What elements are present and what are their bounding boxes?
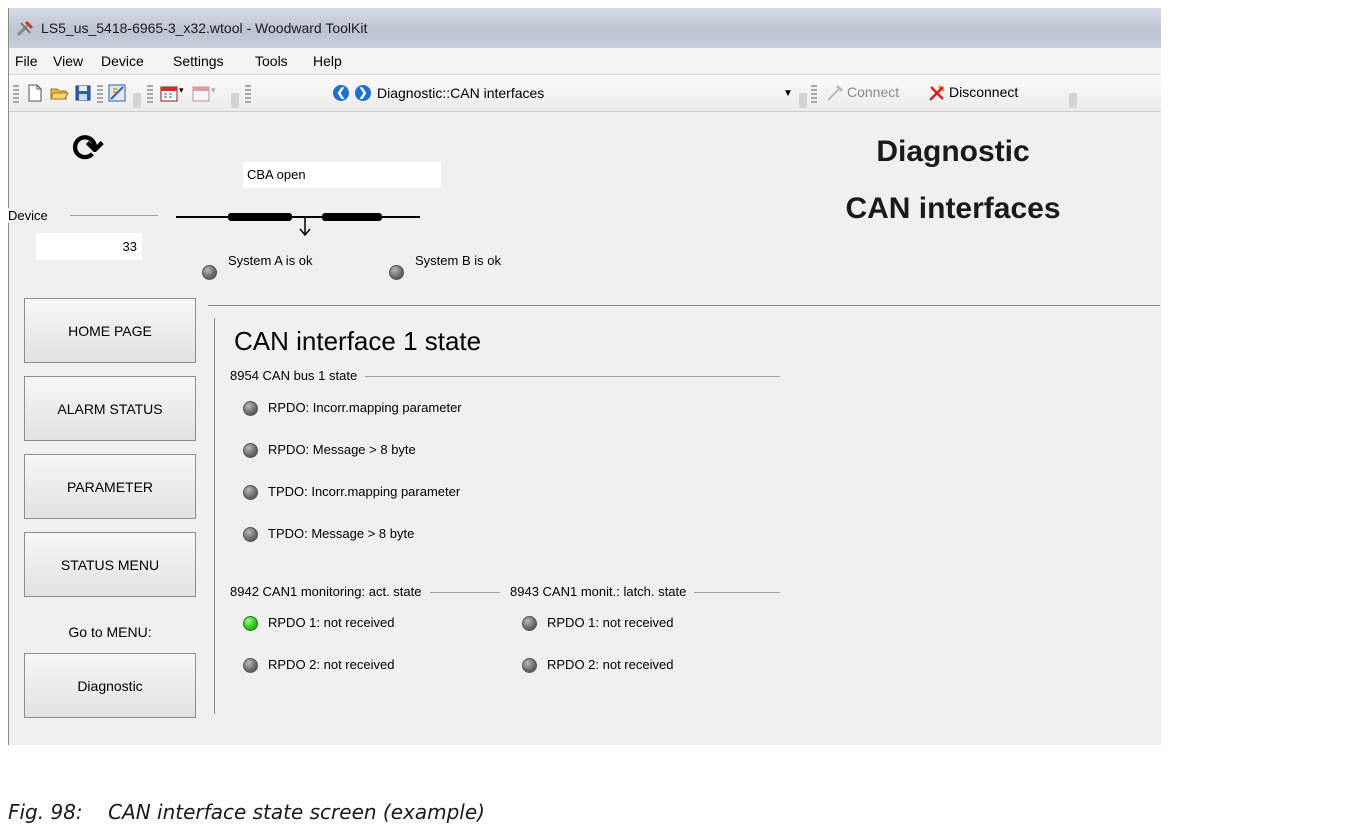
menu-settings[interactable]: Settings [173,53,224,69]
section-title: CAN interface 1 state [234,326,482,356]
act-group-label: 8942 CAN1 monitoring: act. state [230,584,430,599]
toolbar-grip [13,85,19,105]
new-file-icon[interactable] [25,83,45,103]
bus-item-label: RPDO: Message > 8 byte [268,442,416,457]
bus-item-led [243,443,258,458]
disconnect-button[interactable]: Disconnect [949,84,1018,100]
bus-item-label: TPDO: Message > 8 byte [268,526,415,541]
title-bar: LS5_us_5418-6965-3_x32.wtool - Woodward … [9,8,1161,48]
toolbar-grip [147,85,153,105]
act-item-led [243,616,258,631]
device-number-field: 33 [36,233,142,260]
connect-button[interactable]: Connect [847,84,899,100]
latch-group-label: 8943 CAN1 monit.: latch. state [510,584,695,599]
menu-tools[interactable]: Tools [255,53,288,69]
latch-item-led [522,658,537,673]
chevron-down-icon[interactable]: ▾ [179,85,189,105]
page-title-line2: CAN interfaces [845,192,1061,225]
toolbar-end-grip [133,93,141,108]
toolkit-app-icon [16,20,34,37]
bus-item-led [243,401,258,416]
system-a-label: System A is ok [228,253,313,268]
chevron-down-icon: ▾ [211,85,216,95]
menu-view[interactable]: View [53,53,83,69]
toolbar-separator [97,85,103,105]
system-b-label: System B is ok [415,253,501,268]
window-title: LS5_us_5418-6965-3_x32.wtool - Woodward … [41,20,368,36]
connect-icon [827,84,844,101]
latch-item-led [522,616,537,631]
home-page-button[interactable]: HOME PAGE [24,298,196,363]
menu-device[interactable]: Device [101,53,144,69]
menu-help[interactable]: Help [313,53,342,69]
bus-item-label: TPDO: Incorr.mapping parameter [268,484,461,499]
act-item-label: RPDO 1: not received [268,615,395,630]
open-folder-icon[interactable] [49,83,69,103]
device-group-line [70,215,158,216]
diagnostic-button[interactable]: Diagnostic [24,653,196,718]
goto-menu-label: Go to MENU: [68,624,152,640]
status-menu-button[interactable]: STATUS MENU [24,532,196,597]
menu-bar: File View Device Settings Tools Help [9,48,1161,75]
bus-item-led [243,527,258,542]
breaker-diagram-icon [176,213,420,237]
calendar-disabled-icon [192,86,210,102]
menu-file[interactable]: File [15,53,38,69]
alarm-status-button[interactable]: ALARM STATUS [24,376,196,441]
header-divider [208,305,1160,306]
latch-item-label: RPDO 1: not received [547,615,674,630]
toolbar: ▾ ▾ ❮ ❯ Diagnostic::CAN interfaces ▼ Con… [9,75,1161,112]
address-dropdown-icon[interactable]: ▼ [783,88,793,99]
figure-caption: Fig. 98: CAN interface state screen (exa… [8,800,485,824]
toolbar-end-grip [799,93,807,108]
cb-status-field: CBA open [243,162,441,188]
bus-item-led [243,485,258,500]
refresh-icon[interactable]: ⟳ [72,130,104,168]
wizard-icon[interactable] [107,83,127,103]
system-a-led [202,265,217,280]
calendar-icon[interactable] [159,83,179,103]
toolbar-grip [245,85,251,105]
page-title-line1: Diagnostic [876,135,1030,168]
disconnect-icon [929,84,946,101]
address-combo[interactable]: Diagnostic::CAN interfaces [377,85,797,103]
parameter-button[interactable]: PARAMETER [24,454,196,519]
toolbar-grip [811,85,817,105]
save-icon[interactable] [73,83,93,103]
forward-arrow-icon[interactable]: ❯ [355,85,371,101]
system-b-led [389,265,404,280]
act-item-led [243,658,258,673]
device-label: Device [8,208,52,223]
back-arrow-icon[interactable]: ❮ [333,85,349,101]
bus-item-label: RPDO: Incorr.mapping parameter [268,400,462,415]
toolbar-end-grip [1069,93,1077,108]
sidebar-divider [214,318,215,714]
act-item-label: RPDO 2: not received [268,657,395,672]
bus-group-label: 8954 CAN bus 1 state [230,368,366,383]
latch-item-label: RPDO 2: not received [547,657,674,672]
toolbar-end-grip [231,93,239,108]
